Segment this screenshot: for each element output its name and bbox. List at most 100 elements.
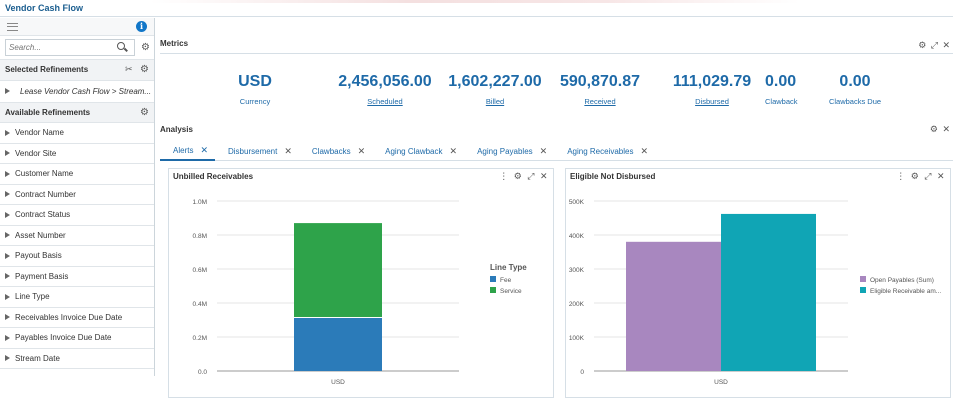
metric-received[interactable]: 590,870.87 Received (545, 73, 655, 106)
metric-scheduled[interactable]: 2,456,056.00 Scheduled (325, 73, 445, 106)
y-tick-label: 300K (569, 267, 585, 274)
close-tab-icon[interactable]: ✕ (450, 146, 458, 157)
expand-triangle-icon (5, 334, 10, 341)
title-bar-decoration (150, 0, 800, 3)
unbilled-receivables-chart: 0.0 0.2M 0.4M 0.6M 0.8M 1.0M USD Line Type Fee Se… (193, 199, 528, 386)
metric-label: Clawback (765, 97, 798, 106)
tab-label: Alerts (173, 146, 194, 155)
y-tick-label: 0.6M (193, 267, 207, 274)
metrics-header: Metrics ⚙ ⤢ ✕ (160, 38, 953, 54)
expand-triangle-icon (5, 88, 10, 94)
legend-swatch (490, 276, 496, 282)
expand-triangle-icon (5, 314, 10, 321)
panel-controls[interactable]: ⋮ ⚙ ⤢ ✕ (499, 171, 549, 182)
metric-value: 0.00 (839, 73, 871, 90)
refinement-item-label: Receivables Invoice Due Date (15, 312, 123, 322)
tab-aging-clawback[interactable]: Aging Clawback ✕ (372, 142, 464, 161)
refinement-item[interactable]: Asset Number (0, 226, 154, 246)
metric-billed[interactable]: 1,602,227.00 Billed (435, 73, 555, 106)
clear-filters-icon[interactable]: ✂ (125, 64, 133, 74)
metric-currency: USD Currency (230, 73, 280, 106)
refinement-item-label: Customer Name (15, 169, 74, 179)
refinement-item[interactable]: Receivables Invoice Due Date (0, 308, 154, 328)
metric-clawbacks-due: 0.00 Clawbacks Due (825, 73, 885, 106)
analysis-title: Analysis (160, 125, 193, 134)
eligible-not-disbursed-panel: Eligible Not Disbursed ⋮ ⚙ ⤢ ✕ 0 100K 200K… (565, 168, 951, 398)
search-icon[interactable] (117, 42, 125, 50)
refinement-item[interactable]: Payables Invoice Due Date (0, 328, 154, 349)
tab-alerts[interactable]: Alerts ✕ (160, 142, 215, 161)
search-input[interactable] (5, 39, 135, 56)
legend-swatch (860, 287, 866, 293)
tab-clawbacks[interactable]: Clawbacks ✕ (299, 142, 372, 161)
title-bar: Vendor Cash Flow (0, 0, 953, 17)
metric-label[interactable]: Billed (435, 97, 555, 106)
refinement-item[interactable]: Payout Basis (0, 246, 154, 267)
metric-label[interactable]: Received (545, 97, 655, 106)
expand-triangle-icon (5, 252, 10, 259)
hamburger-menu-icon[interactable] (7, 22, 18, 31)
close-tab-icon[interactable]: ✕ (284, 146, 292, 157)
expand-triangle-icon (5, 170, 10, 177)
x-category-label: USD (331, 379, 345, 386)
metric-label[interactable]: Disbursed (657, 97, 767, 106)
tab-label: Aging Payables (477, 147, 533, 156)
refinement-item[interactable]: Customer Name (0, 164, 154, 185)
bar-open-payables-sum- (626, 241, 721, 371)
refinement-item[interactable]: Contract Number (0, 185, 154, 205)
refinement-item[interactable]: Contract Status (0, 205, 154, 226)
close-tab-icon[interactable]: ✕ (200, 145, 208, 156)
refinement-item[interactable]: Vendor Name (0, 123, 154, 144)
available-refinements-heading: Available Refinements (5, 107, 91, 117)
info-icon[interactable]: i (136, 21, 147, 32)
y-tick-label: 0.0 (198, 369, 207, 376)
metric-value: 590,870.87 (559, 73, 641, 90)
available-refinements-header: Available Refinements ⚙ (0, 102, 154, 123)
tab-label: Aging Receivables (567, 147, 634, 156)
legend-title: Line Type (490, 263, 527, 272)
expand-triangle-icon (5, 150, 10, 157)
refinement-item[interactable]: Vendor Site (0, 144, 154, 164)
metric-disbursed[interactable]: 111,029.79 Disbursed (657, 73, 767, 106)
tab-disbursement[interactable]: Disbursement ✕ (215, 142, 299, 161)
metric-label[interactable]: Scheduled (325, 97, 445, 106)
available-refinements-gear-icon[interactable]: ⚙ (140, 107, 149, 118)
selected-refinement-item[interactable]: Lease Vendor Cash Flow > Stream... (0, 81, 154, 103)
refinement-item-label: Payment Basis (15, 271, 69, 281)
metric-clawback: 0.00 Clawback (765, 73, 798, 106)
expand-triangle-icon (5, 273, 10, 280)
tab-aging-payables[interactable]: Aging Payables ✕ (464, 142, 554, 161)
x-category-label: USD (714, 379, 728, 386)
tab-aging-receivables[interactable]: Aging Receivables ✕ (554, 142, 655, 161)
metrics-window-controls[interactable]: ⚙ ⤢ ✕ (918, 40, 951, 51)
unbilled-receivables-panel: Unbilled Receivables ⋮ ⚙ ⤢ ✕ 0.0 0.2M 0.4M… (168, 168, 554, 398)
panel-title: Unbilled Receivables (173, 172, 254, 181)
analysis-header: Analysis ⚙ ✕ (160, 124, 953, 137)
refinement-item[interactable]: Line Type (0, 287, 154, 308)
metric-label: Currency (239, 97, 271, 106)
refinement-item-label: Vendor Site (15, 148, 57, 158)
legend-label: Fee (500, 277, 512, 284)
app-title: Vendor Cash Flow (5, 3, 84, 13)
analysis-window-controls[interactable]: ⚙ ✕ (930, 124, 951, 135)
metric-value: 0.00 (765, 73, 797, 90)
close-tab-icon[interactable]: ✕ (640, 146, 648, 157)
legend-label: Open Payables (Sum) (870, 277, 934, 284)
y-tick-label: 1.0M (193, 199, 207, 206)
panel-title: Eligible Not Disbursed (570, 172, 656, 181)
panel-controls[interactable]: ⋮ ⚙ ⤢ ✕ (896, 171, 946, 182)
selected-refinements-gear-icon[interactable]: ⚙ (140, 65, 149, 75)
search-settings-gear-icon[interactable]: ⚙ (141, 43, 150, 53)
y-tick-label: 0.4M (193, 301, 207, 308)
refinement-item[interactable]: Payment Basis (0, 267, 154, 287)
close-tab-icon[interactable]: ✕ (540, 146, 548, 157)
close-tab-icon[interactable]: ✕ (358, 146, 366, 157)
refinement-item-label: Contract Status (15, 210, 71, 220)
metric-label: Clawbacks Due (828, 97, 882, 106)
refinement-item-label: Stream Date (15, 353, 60, 363)
expand-triangle-icon (5, 232, 10, 239)
refinement-item[interactable]: Stream Date (0, 349, 154, 369)
sidebar-toolbar: i (0, 18, 154, 36)
refinement-item-label: Vendor Name (15, 128, 64, 138)
expand-triangle-icon (5, 211, 10, 218)
